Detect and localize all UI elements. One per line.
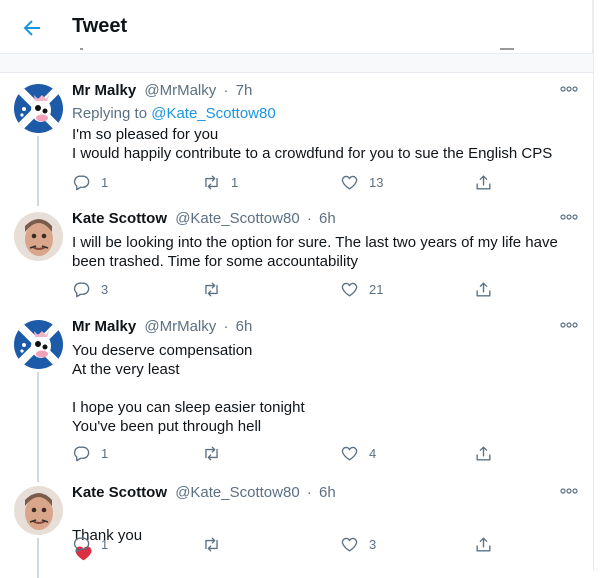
display-name[interactable]: Kate Scottow — [72, 210, 167, 227]
clipped-content-fragment — [80, 48, 83, 50]
like-count: 4 — [369, 446, 377, 461]
like-count: 3 — [369, 537, 377, 552]
reply-button[interactable]: 3 — [72, 280, 108, 299]
dot-separator: · — [306, 210, 312, 227]
back-arrow-icon[interactable] — [20, 16, 44, 40]
retweet-button[interactable] — [202, 280, 231, 299]
thread-line — [37, 538, 39, 578]
avatar[interactable] — [14, 84, 63, 133]
tweet[interactable]: Mr Malky @MrMalky · 6h You deserve compe… — [0, 308, 593, 482]
reply-button[interactable]: 1 — [72, 535, 108, 554]
retweet-button[interactable]: 1 — [202, 173, 238, 192]
cow-saltire-avatar-icon — [14, 84, 63, 133]
retweet-icon — [205, 446, 218, 461]
tweet-actions: 1 3 — [72, 535, 512, 555]
timestamp[interactable]: 6h — [319, 484, 336, 501]
user-handle[interactable]: @MrMalky — [144, 318, 216, 335]
like-button[interactable]: 3 — [340, 535, 376, 554]
share-button[interactable] — [474, 535, 503, 554]
reply-count: 1 — [101, 175, 109, 190]
user-handle[interactable]: @Kate_Scottow80 — [175, 210, 299, 227]
thread-line — [37, 136, 39, 206]
tweet[interactable]: Mr Malky @MrMalky · 7h Replying to @Kate… — [0, 72, 593, 206]
avatar[interactable] — [14, 320, 63, 369]
like-icon — [341, 175, 358, 190]
page-title: Tweet — [72, 15, 128, 37]
tweet-text: I'm so pleased for you I would happily c… — [72, 126, 553, 162]
tweet-actions: 1 4 — [72, 444, 512, 464]
timestamp[interactable]: 6h — [319, 210, 336, 227]
like-count: 21 — [369, 282, 384, 297]
clipped-content-fragment — [500, 48, 514, 50]
replying-to: Replying to @Kate_Scottow80 — [72, 105, 276, 122]
dot-separator: · — [223, 82, 229, 99]
avatar[interactable] — [14, 486, 63, 535]
column-border — [593, 0, 594, 571]
reply-count: 1 — [101, 446, 109, 461]
tweet-header: Kate Scottow @Kate_Scottow80 · 6h — [72, 210, 336, 227]
tweet-text: I will be looking into the option for su… — [72, 234, 558, 270]
timestamp[interactable]: 6h — [236, 318, 253, 335]
replying-to-label: Replying to — [72, 105, 152, 122]
like-count: 13 — [369, 175, 384, 190]
reply-icon — [73, 282, 90, 298]
like-icon — [341, 282, 358, 297]
share-icon — [476, 446, 491, 461]
tweet[interactable]: Kate Scottow @Kate_Scottow80 · 6h I will… — [0, 200, 593, 308]
reply-icon — [73, 537, 90, 553]
share-button[interactable] — [474, 280, 503, 299]
like-icon — [341, 446, 358, 461]
like-icon — [341, 537, 358, 552]
like-button[interactable]: 4 — [340, 444, 376, 463]
more-options-icon[interactable] — [559, 318, 579, 332]
dot-separator: · — [306, 484, 312, 501]
retweet-icon — [205, 537, 218, 552]
share-icon — [476, 537, 491, 552]
kate-photo-avatar-icon — [14, 212, 63, 261]
kate-photo-avatar-icon — [14, 486, 63, 535]
display-name[interactable]: Kate Scottow — [72, 484, 167, 501]
like-button[interactable]: 13 — [340, 173, 383, 192]
section-gap — [0, 54, 593, 73]
reply-icon — [73, 446, 90, 462]
retweet-count: 1 — [231, 175, 239, 190]
more-options-icon[interactable] — [559, 210, 579, 224]
timestamp[interactable]: 7h — [236, 82, 253, 99]
more-options-icon[interactable] — [559, 484, 579, 498]
reply-icon — [73, 175, 90, 191]
dot-separator: · — [223, 318, 229, 335]
avatar[interactable] — [14, 212, 63, 261]
mention-link[interactable]: @Kate_Scottow80 — [151, 105, 275, 122]
user-handle[interactable]: @Kate_Scottow80 — [175, 484, 299, 501]
reply-button[interactable]: 1 — [72, 444, 108, 463]
user-handle[interactable]: @MrMalky — [144, 82, 216, 99]
retweet-button[interactable] — [202, 535, 231, 554]
tweet-header: Kate Scottow @Kate_Scottow80 · 6h — [72, 484, 336, 501]
tweet-actions: 3 21 — [72, 280, 512, 300]
share-icon — [476, 175, 491, 190]
display-name[interactable]: Mr Malky — [72, 82, 136, 99]
share-icon — [476, 282, 491, 297]
thread-line — [37, 372, 39, 482]
reply-button[interactable]: 1 — [72, 173, 108, 192]
retweet-icon — [205, 282, 218, 297]
cow-saltire-avatar-icon — [14, 320, 63, 369]
tweet-header: Mr Malky @MrMalky · 6h — [72, 318, 252, 335]
more-options-icon[interactable] — [559, 82, 579, 96]
tweet[interactable]: Kate Scottow @Kate_Scottow80 · 6h Thank … — [0, 474, 593, 578]
tweet-actions: 1 1 13 — [72, 173, 512, 193]
display-name[interactable]: Mr Malky — [72, 318, 136, 335]
like-button[interactable]: 21 — [340, 280, 383, 299]
reply-count: 3 — [101, 282, 109, 297]
top-bar: Tweet — [0, 0, 593, 54]
retweet-button[interactable] — [202, 444, 231, 463]
reply-count: 1 — [101, 537, 109, 552]
retweet-icon — [205, 175, 218, 190]
tweet-text: You deserve compensation At the very lea… — [72, 342, 305, 435]
share-button[interactable] — [474, 173, 503, 192]
tweet-header: Mr Malky @MrMalky · 7h — [72, 82, 252, 99]
share-button[interactable] — [474, 444, 503, 463]
